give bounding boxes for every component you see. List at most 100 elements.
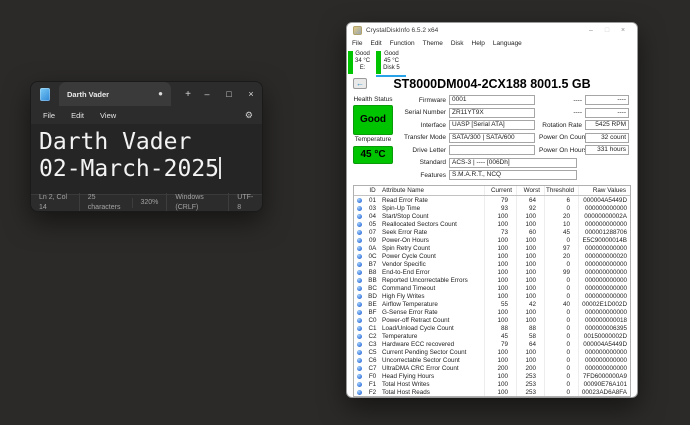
menu-edit[interactable]: Edit <box>370 40 381 47</box>
minimize-button[interactable]: – <box>583 27 599 34</box>
info-field-row: Firmware0001 <box>397 95 539 106</box>
attr-id: C2 <box>365 332 380 340</box>
smart-attribute-row[interactable]: C1Load/Unload Cycle Count888800000000063… <box>354 324 630 332</box>
menu-file[interactable]: File <box>352 40 362 47</box>
close-button[interactable]: × <box>240 89 262 99</box>
smart-attribute-row[interactable]: BFG-Sense Error Rate1001000000000000000 <box>354 308 630 316</box>
attr-raw-values: 7FD6000000A9 <box>578 372 630 380</box>
notepad-tab[interactable]: Darth Vader ● <box>59 82 171 106</box>
menu-function[interactable]: Function <box>390 40 415 47</box>
smart-attribute-row[interactable]: 01Read Error Rate79646000004A5449D <box>354 196 630 204</box>
smart-attribute-row[interactable]: BBReported Uncorrectable Errors100100000… <box>354 276 630 284</box>
smart-attribute-row[interactable]: BDHigh Fly Writes1001000000000000000 <box>354 292 630 300</box>
status-dot-cell <box>354 204 365 212</box>
attr-id: 07 <box>365 228 380 236</box>
attr-name: Power-off Retract Count <box>380 316 484 324</box>
attr-worst: 100 <box>516 356 544 364</box>
header-attr-raw-values: Raw Values <box>578 186 630 195</box>
smart-attribute-row[interactable]: C0Power-off Retract Count100100000000000… <box>354 316 630 324</box>
back-arrow-button[interactable]: ← <box>353 78 367 89</box>
smart-attribute-row[interactable]: B7Vendor Specific1001000000000000000 <box>354 260 630 268</box>
new-tab-button[interactable]: + <box>181 89 195 100</box>
notepad-text-area[interactable]: Darth Vader02-March-2025 <box>31 124 262 194</box>
info-field-row: FeaturesS.M.A.R.T., NCQ <box>397 170 631 181</box>
smart-attribute-row[interactable]: C3Hardware ECC recovered79640000004A5449… <box>354 340 630 348</box>
info-field-value: ACS-3 | ---- [006Dh] <box>449 158 577 168</box>
status-dot-cell <box>354 364 365 372</box>
smart-attribute-row[interactable]: 03Spin-Up Time93920000000000000 <box>354 204 630 212</box>
smart-attribute-row[interactable]: C7UltraDMA CRC Error Count20020000000000… <box>354 364 630 372</box>
info-field-value: 0001 <box>449 95 535 105</box>
drive-entry-text: Good45 °CDisk 5 <box>383 50 400 75</box>
text-caret <box>219 157 221 179</box>
smart-attribute-row[interactable]: 05Reallocated Sectors Count1001001000000… <box>354 220 630 228</box>
text-line: 02-March-2025 <box>39 156 262 183</box>
info-field-row: Serial NumberZR11YT9X <box>397 107 539 118</box>
notepad-app-icon <box>40 88 50 101</box>
attr-current: 79 <box>484 196 516 204</box>
attr-id: B8 <box>365 268 380 276</box>
menu-file[interactable]: File <box>35 111 63 120</box>
menu-theme[interactable]: Theme <box>423 40 443 47</box>
menu-view[interactable]: View <box>92 111 124 120</box>
smart-attribute-row[interactable]: B8End-to-End Error10010099000000000000 <box>354 268 630 276</box>
smart-attribute-row[interactable]: 04Start/Stop Count1001002000000000002A <box>354 212 630 220</box>
attr-name: Temperature <box>380 332 484 340</box>
minimize-button[interactable]: – <box>196 89 218 99</box>
attr-id: B7 <box>365 260 380 268</box>
attr-raw-values: 000000006395 <box>578 324 630 332</box>
attr-current: 200 <box>484 364 516 372</box>
menu-edit[interactable]: Edit <box>63 111 92 120</box>
attr-name: G-Sense Error Rate <box>380 308 484 316</box>
smart-attribute-row[interactable]: C5Current Pending Sector Count1001000000… <box>354 348 630 356</box>
smart-attribute-row[interactable]: F1Total Host Writes100253000090E76A101 <box>354 380 630 388</box>
attr-threshold: 0 <box>544 372 578 380</box>
smart-attribute-row[interactable]: C2Temperature4558000150000002D <box>354 332 630 340</box>
attr-threshold: 99 <box>544 268 578 276</box>
maximize-button: □ <box>599 27 615 34</box>
drive-entry-disk-5[interactable]: Good45 °CDisk 5 <box>376 50 406 75</box>
attr-worst: 100 <box>516 236 544 244</box>
attr-threshold: 0 <box>544 364 578 372</box>
attr-name: Current Pending Sector Count <box>380 348 484 356</box>
attr-threshold: 0 <box>544 204 578 212</box>
blue-status-dot-icon <box>357 238 362 243</box>
status-dot-cell <box>354 220 365 228</box>
info-field-row: Power On Hours331 hours <box>539 145 631 156</box>
smart-attribute-row[interactable]: 0CPower Cycle Count10010020000000000020 <box>354 252 630 260</box>
info-field-label: Power On Count <box>539 134 585 141</box>
menu-help[interactable]: Help <box>472 40 485 47</box>
info-field-row: Drive Letter <box>397 145 539 156</box>
attr-worst: 253 <box>516 372 544 380</box>
menu-language[interactable]: Language <box>493 40 522 47</box>
attr-threshold: 10 <box>544 220 578 228</box>
drive-health-bar <box>376 51 381 74</box>
settings-gear-icon[interactable]: ⚙ <box>245 110 253 121</box>
status-item-2: 320% <box>132 198 167 208</box>
close-button[interactable]: × <box>615 27 631 34</box>
smart-attribute-row[interactable]: C6Uncorrectable Sector Count100100000000… <box>354 356 630 364</box>
attr-current: 100 <box>484 356 516 364</box>
status-dot-cell <box>354 212 365 220</box>
notepad-titlebar[interactable]: Darth Vader ● + – □ × <box>31 82 262 106</box>
smart-attribute-row[interactable]: 09Power-On Hours1001000E5C90000014B <box>354 236 630 244</box>
health-status-button[interactable]: Good <box>353 105 393 135</box>
attr-current: 100 <box>484 220 516 228</box>
smart-attribute-row[interactable]: F2Total Host Reads100253000023AD6A8FA <box>354 388 630 396</box>
smart-attribute-row[interactable]: 07Seek Error Rate736045000001288706 <box>354 228 630 236</box>
cdi-titlebar[interactable]: CrystalDiskInfo 6.5.2 x64 – □ × <box>347 23 637 37</box>
drive-entry-e-[interactable]: Good34 °CE: <box>348 50 376 75</box>
drive-status: Good <box>355 51 370 58</box>
maximize-button[interactable]: □ <box>218 89 240 99</box>
smart-attribute-row[interactable]: BCCommand Timeout1001000000000000000 <box>354 284 630 292</box>
blue-status-dot-icon <box>357 262 362 267</box>
status-dot-cell <box>354 388 365 396</box>
smart-attribute-row[interactable]: BEAirflow Temperature55424000002E1D002D <box>354 300 630 308</box>
attr-id: 09 <box>365 236 380 244</box>
smart-attribute-row[interactable]: 0ASpin Retry Count10010097000000000000 <box>354 244 630 252</box>
menu-disk[interactable]: Disk <box>451 40 464 47</box>
temperature-button[interactable]: 45 °C <box>353 146 393 164</box>
info-field-value: 331 hours <box>585 145 629 155</box>
smart-attribute-row[interactable]: F0Head Flying Hours10025307FD6000000A9 <box>354 372 630 380</box>
info-field-label: Firmware <box>397 97 449 104</box>
